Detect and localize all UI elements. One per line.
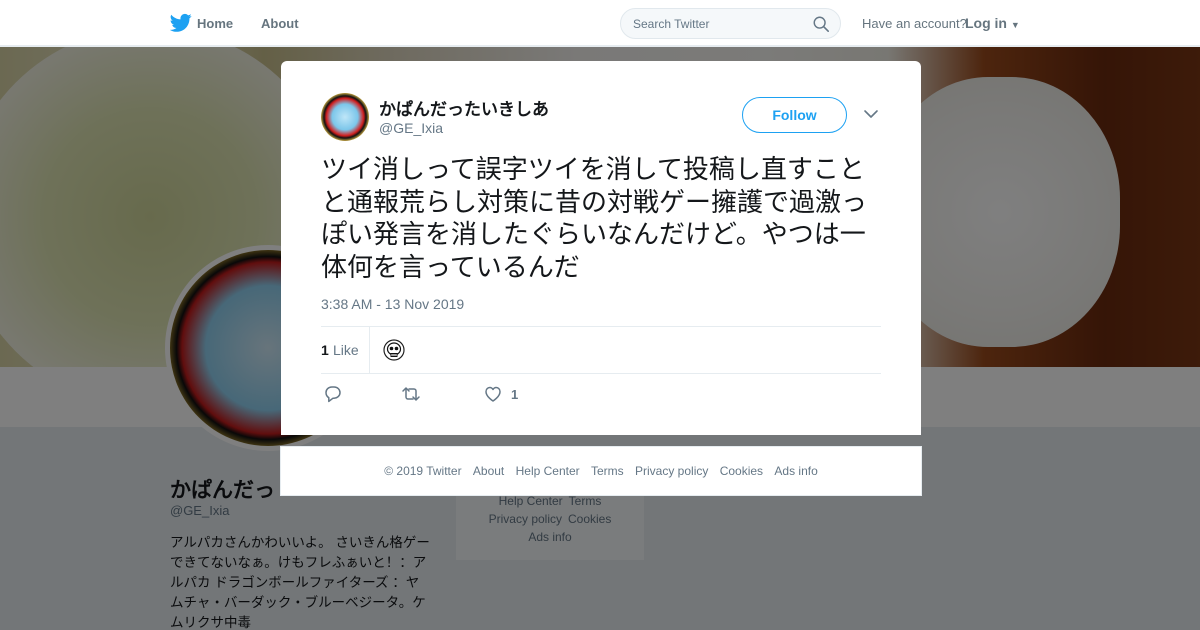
footer-help-center-link[interactable]: Help Center xyxy=(516,464,580,478)
like-button[interactable] xyxy=(483,384,503,406)
tweet-author-name[interactable]: かぱんだったいきしあ xyxy=(379,95,549,120)
footer-ads-info-link[interactable]: Ads info xyxy=(774,464,817,478)
search-icon[interactable] xyxy=(812,15,830,33)
stats-divider xyxy=(369,327,370,373)
footer-terms-link[interactable]: Terms xyxy=(591,464,624,478)
reply-icon xyxy=(325,386,341,403)
likes-label[interactable]: Like xyxy=(333,342,359,358)
retweet-icon xyxy=(402,387,420,401)
retweet-button[interactable] xyxy=(401,384,421,406)
tweet-text: ツイ消しって誤字ツイを消して投稿し直すことと通報荒らし対策に昔の対戦ゲー擁護で過… xyxy=(321,154,868,282)
follow-button[interactable]: Follow xyxy=(742,97,847,133)
login-label: Log in xyxy=(965,15,1007,31)
top-nav-bar: Home About Have an account? Log in ▼ xyxy=(0,0,1200,46)
nav-about-link[interactable]: About xyxy=(261,16,299,31)
modal-footer: © 2019 Twitter About Help Center Terms P… xyxy=(280,446,922,496)
tweet-actions: 1 xyxy=(321,384,881,406)
like-action-count: 1 xyxy=(511,387,519,402)
nav-home-link[interactable]: Home xyxy=(197,16,233,31)
footer-cookies-link[interactable]: Cookies xyxy=(720,464,763,478)
reply-button[interactable] xyxy=(323,384,343,406)
search-box xyxy=(620,8,841,39)
likes-count[interactable]: 1 xyxy=(321,342,329,358)
close-icon[interactable] xyxy=(1155,12,1179,36)
tweet-author-avatar[interactable] xyxy=(321,93,369,141)
tweet-modal: かぱんだったいきしあ @GE_Ixia Follow ツイ消しって誤字ツイを消し… xyxy=(281,61,921,435)
tweet-author-handle[interactable]: @GE_Ixia xyxy=(379,120,443,136)
tweet-timestamp[interactable]: 3:38 AM - 13 Nov 2019 xyxy=(321,296,464,312)
caret-down-icon: ▼ xyxy=(1010,20,1020,30)
footer-copyright: © 2019 Twitter xyxy=(384,464,462,478)
skull-icon[interactable] xyxy=(383,339,405,361)
tweet-stats: 1 Like xyxy=(321,326,881,374)
chevron-down-icon[interactable] xyxy=(863,108,879,120)
have-account-text: Have an account? xyxy=(862,16,967,31)
twitter-bird-icon[interactable] xyxy=(170,13,192,33)
login-link[interactable]: Log in ▼ xyxy=(965,15,1020,31)
footer-privacy-link[interactable]: Privacy policy xyxy=(635,464,708,478)
footer-about-link[interactable]: About xyxy=(473,464,504,478)
heart-icon xyxy=(485,386,501,402)
search-input[interactable] xyxy=(633,9,803,38)
